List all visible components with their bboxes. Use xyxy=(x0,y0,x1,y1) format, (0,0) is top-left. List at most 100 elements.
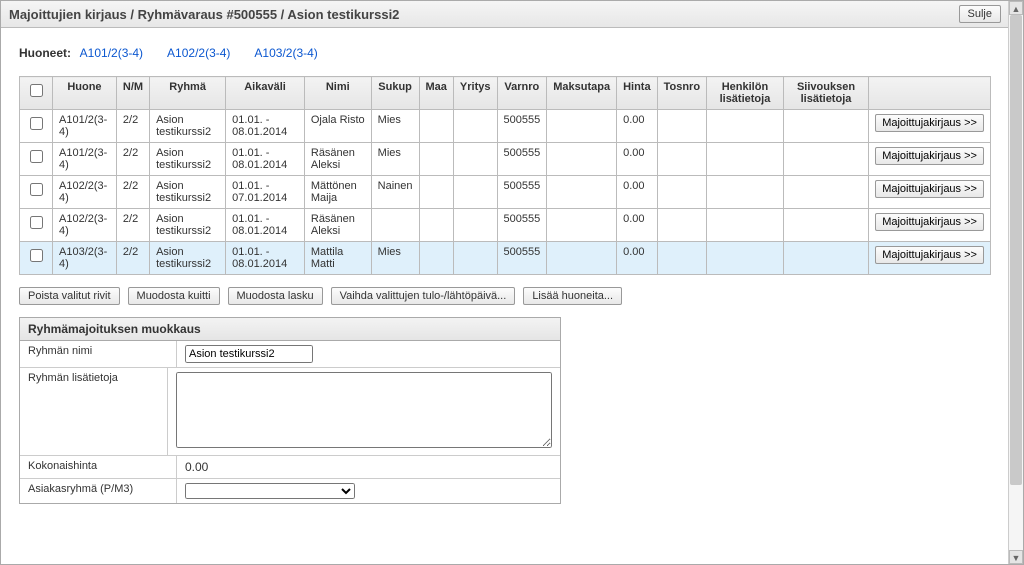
table-header: Nimi xyxy=(304,77,371,110)
select-all-checkbox[interactable] xyxy=(30,84,43,97)
table-cell: Mättönen Maija xyxy=(304,176,371,209)
room-links: Huoneet: A101/2(3-4) A102/2(3-4) A103/2(3-… xyxy=(19,46,991,60)
table-cell: 2/2 xyxy=(116,110,149,143)
table-cell: Räsänen Aleksi xyxy=(304,209,371,242)
table-cell xyxy=(707,143,784,176)
table-cell: 2/2 xyxy=(116,143,149,176)
table-cell: 500555 xyxy=(497,176,547,209)
table-cell xyxy=(547,209,617,242)
guest-register-button[interactable]: Majoittujakirjaus >> xyxy=(875,180,984,198)
table-cell xyxy=(783,143,868,176)
scroll-track[interactable] xyxy=(1009,15,1023,550)
scroll-thumb[interactable] xyxy=(1010,15,1022,485)
guest-register-button[interactable]: Majoittujakirjaus >> xyxy=(875,147,984,165)
guest-register-button[interactable]: Majoittujakirjaus >> xyxy=(875,213,984,231)
table-cell xyxy=(657,176,706,209)
row-checkbox[interactable] xyxy=(30,183,43,196)
group-info-textarea[interactable] xyxy=(176,372,552,448)
table-cell: 500555 xyxy=(497,209,547,242)
table-cell xyxy=(707,176,784,209)
table-header: Hinta xyxy=(617,77,658,110)
create-receipt-button[interactable]: Muodosta kuitti xyxy=(128,287,220,305)
table-header: Siivouksen lisätietoja xyxy=(783,77,868,110)
panel-title: Ryhmämajoituksen muokkaus xyxy=(20,318,560,341)
room-link[interactable]: A103/2(3-4) xyxy=(254,46,317,60)
table-cell: 01.01. - 07.01.2014 xyxy=(226,176,305,209)
table-cell: Räsänen Aleksi xyxy=(304,143,371,176)
table-cell: Mattila Matti xyxy=(304,242,371,275)
table-cell: A102/2(3-4) xyxy=(53,176,117,209)
table-cell: A103/2(3-4) xyxy=(53,242,117,275)
row-checkbox[interactable] xyxy=(30,249,43,262)
table-cell: Mies xyxy=(371,110,419,143)
table-cell xyxy=(453,242,497,275)
table-cell xyxy=(547,110,617,143)
row-checkbox[interactable] xyxy=(30,117,43,130)
row-checkbox[interactable] xyxy=(30,216,43,229)
scroll-down-icon[interactable]: ▼ xyxy=(1009,550,1023,564)
table-header: Yritys xyxy=(453,77,497,110)
scroll-up-icon[interactable]: ▲ xyxy=(1009,1,1023,15)
table-cell xyxy=(783,176,868,209)
total-price-label: Kokonaishinta xyxy=(20,456,177,478)
guests-table: HuoneN/MRyhmäAikaväliNimiSukupMaaYritysV… xyxy=(19,76,991,275)
close-button[interactable]: Sulje xyxy=(959,5,1001,23)
delete-selected-button[interactable]: Poista valitut rivit xyxy=(19,287,120,305)
table-cell: 01.01. - 08.01.2014 xyxy=(226,209,305,242)
group-edit-panel: Ryhmämajoituksen muokkaus Ryhmän nimi Ry… xyxy=(19,317,561,504)
table-header: Aikaväli xyxy=(226,77,305,110)
group-name-label: Ryhmän nimi xyxy=(20,341,177,367)
table-cell: Asion testikurssi2 xyxy=(150,242,226,275)
table-cell: 0.00 xyxy=(617,176,658,209)
page-header: Majoittujien kirjaus / Ryhmävaraus #5005… xyxy=(1,1,1009,28)
table-cell xyxy=(657,242,706,275)
room-link[interactable]: A101/2(3-4) xyxy=(80,46,143,60)
rooms-label: Huoneet: xyxy=(19,46,71,60)
table-cell: A102/2(3-4) xyxy=(53,209,117,242)
guest-register-button[interactable]: Majoittujakirjaus >> xyxy=(875,114,984,132)
table-cell xyxy=(783,110,868,143)
page-title: Majoittujien kirjaus / Ryhmävaraus #5005… xyxy=(9,7,399,22)
room-link[interactable]: A102/2(3-4) xyxy=(167,46,230,60)
vertical-scrollbar[interactable]: ▲ ▼ xyxy=(1008,1,1023,564)
customer-group-select[interactable] xyxy=(185,483,355,499)
table-header: Sukup xyxy=(371,77,419,110)
table-cell: 2/2 xyxy=(116,209,149,242)
table-cell xyxy=(419,242,453,275)
table-cell: 01.01. - 08.01.2014 xyxy=(226,242,305,275)
add-rooms-button[interactable]: Lisää huoneita... xyxy=(523,287,622,305)
table-cell xyxy=(453,143,497,176)
guest-register-button[interactable]: Majoittujakirjaus >> xyxy=(875,246,984,264)
table-cell xyxy=(547,176,617,209)
table-header: Tosnro xyxy=(657,77,706,110)
table-cell xyxy=(657,143,706,176)
create-invoice-button[interactable]: Muodosta lasku xyxy=(228,287,323,305)
table-cell xyxy=(419,110,453,143)
table-cell: Mies xyxy=(371,242,419,275)
table-cell xyxy=(419,209,453,242)
table-row: A103/2(3-4)2/2Asion testikurssi201.01. -… xyxy=(20,242,991,275)
row-checkbox[interactable] xyxy=(30,150,43,163)
table-cell: 500555 xyxy=(497,143,547,176)
table-cell xyxy=(657,209,706,242)
table-cell: Asion testikurssi2 xyxy=(150,110,226,143)
table-cell: 0.00 xyxy=(617,209,658,242)
table-row: A102/2(3-4)2/2Asion testikurssi201.01. -… xyxy=(20,176,991,209)
table-cell: 01.01. - 08.01.2014 xyxy=(226,110,305,143)
table-cell xyxy=(707,242,784,275)
group-name-input[interactable] xyxy=(185,345,313,363)
table-row: A101/2(3-4)2/2Asion testikurssi201.01. -… xyxy=(20,143,991,176)
table-cell: Mies xyxy=(371,143,419,176)
table-cell: Asion testikurssi2 xyxy=(150,176,226,209)
table-cell: 2/2 xyxy=(116,242,149,275)
table-cell xyxy=(783,209,868,242)
table-cell xyxy=(419,143,453,176)
table-cell: Ojala Risto xyxy=(304,110,371,143)
table-cell: 0.00 xyxy=(617,143,658,176)
table-cell xyxy=(707,110,784,143)
table-cell xyxy=(547,143,617,176)
table-row: A101/2(3-4)2/2Asion testikurssi201.01. -… xyxy=(20,110,991,143)
swap-dates-button[interactable]: Vaihda valittujen tulo-/lähtöpäivä... xyxy=(331,287,516,305)
table-row: A102/2(3-4)2/2Asion testikurssi201.01. -… xyxy=(20,209,991,242)
table-cell: 500555 xyxy=(497,242,547,275)
